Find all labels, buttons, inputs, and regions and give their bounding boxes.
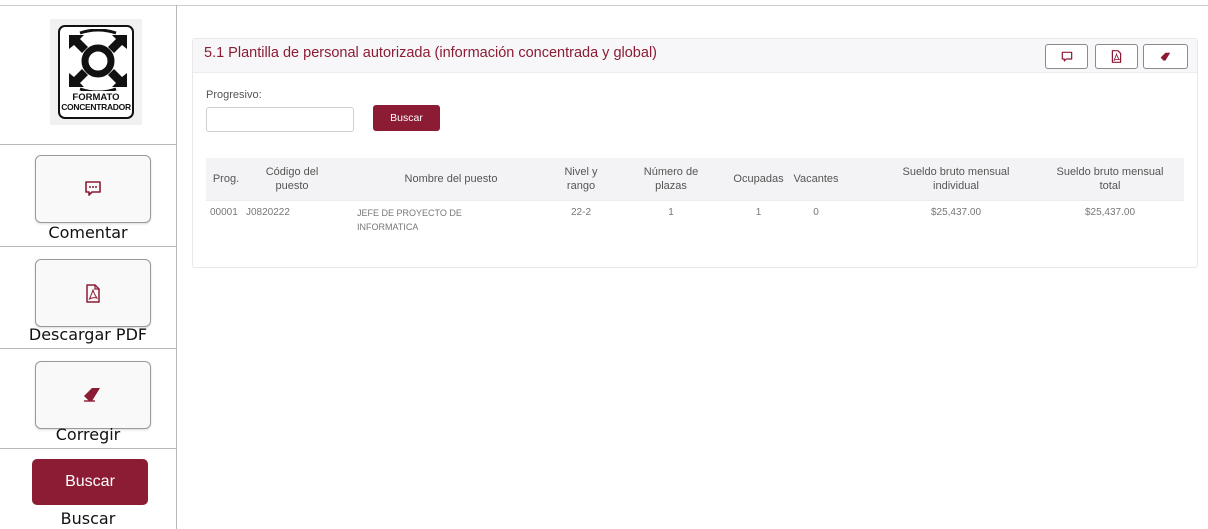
corregir-label: Corregir <box>55 425 121 444</box>
comment-button[interactable] <box>1045 44 1088 69</box>
col-header-vacantes: Vacantes <box>793 173 839 185</box>
eraser-icon <box>84 388 100 402</box>
col-header-ocupadas: Ocupadas <box>733 173 784 185</box>
cell-nombre: JEFE DE PROYECTO DE INFORMATICA <box>357 208 462 232</box>
panel-header: 5.1 Plantilla de personal autorizada (in… <box>193 39 1197 73</box>
comentar-label: Comentar <box>48 223 128 242</box>
eraser-button[interactable] <box>1143 44 1188 69</box>
buscar-legend-button[interactable]: Buscar <box>32 459 148 505</box>
cell-prog: 00001 <box>210 207 238 218</box>
buscar-button[interactable]: Buscar <box>373 105 440 131</box>
cell-codigo: J0820222 <box>246 207 290 218</box>
col-header-plazas: Número de plazas <box>643 166 699 192</box>
pdf-icon <box>86 283 100 303</box>
cell-sueldo-total: $25,437.00 <box>1084 207 1136 218</box>
col-header-prog: Prog. <box>212 173 240 185</box>
progresivo-input[interactable] <box>206 107 354 132</box>
table-header: Prog. Código del puesto Nombre del puesto… <box>206 158 1184 200</box>
cell-sueldo-individual: $25,437.00 <box>930 207 982 218</box>
col-header-sueldo-individual: Sueldo bruto mensual individual <box>902 166 1010 192</box>
legend-corregir-cell: Corregir <box>0 349 176 449</box>
progresivo-label: Progresivo: <box>206 89 262 101</box>
legend-buscar-cell: Buscar Buscar <box>0 449 176 529</box>
col-header-sueldo-total: Sueldo bruto mensual total <box>1056 166 1164 192</box>
pdf-button[interactable] <box>1095 44 1138 69</box>
cell-vacantes: 0 <box>813 207 819 218</box>
formato-concentrador-logo: FORMATO CONCENTRADOR <box>50 19 142 125</box>
pdf-icon <box>1111 50 1122 63</box>
logo-text-line1: FORMATO <box>72 92 120 103</box>
row-divider <box>206 200 1184 201</box>
col-header-nombre: Nombre del puesto <box>404 173 498 185</box>
panel-title: 5.1 Plantilla de personal autorizada (in… <box>204 45 657 61</box>
corregir-legend-button[interactable] <box>35 361 151 429</box>
comment-icon <box>1061 51 1072 62</box>
eraser-icon <box>1160 52 1170 61</box>
cell-ocupadas: 1 <box>755 207 762 218</box>
legend-logo-cell: FORMATO CONCENTRADOR <box>0 5 176 145</box>
legend-pdf-cell: Descargar PDF <box>0 247 176 349</box>
comment-icon <box>85 181 101 196</box>
concentrator-arrows-icon <box>69 29 127 91</box>
logo-text-line2: CONCENTRADOR <box>61 102 131 112</box>
col-header-nivel: Nivel y rango <box>564 166 598 192</box>
comentar-legend-button[interactable] <box>35 155 151 223</box>
col-header-codigo: Código del puesto <box>265 166 319 192</box>
cell-nivel: 22-2 <box>570 207 591 218</box>
descargar-pdf-label: Descargar PDF <box>28 325 148 344</box>
descargar-pdf-legend-button[interactable] <box>35 259 151 327</box>
plantilla-panel: 5.1 Plantilla de personal autorizada (in… <box>192 38 1198 268</box>
legend-comentar-cell: Comentar <box>0 145 176 247</box>
buscar-label: Buscar <box>60 509 116 528</box>
top-divider <box>0 5 1208 6</box>
cell-plazas: 1 <box>668 207 674 218</box>
legend-column: FORMATO CONCENTRADOR Comentar Descargar … <box>0 5 177 529</box>
